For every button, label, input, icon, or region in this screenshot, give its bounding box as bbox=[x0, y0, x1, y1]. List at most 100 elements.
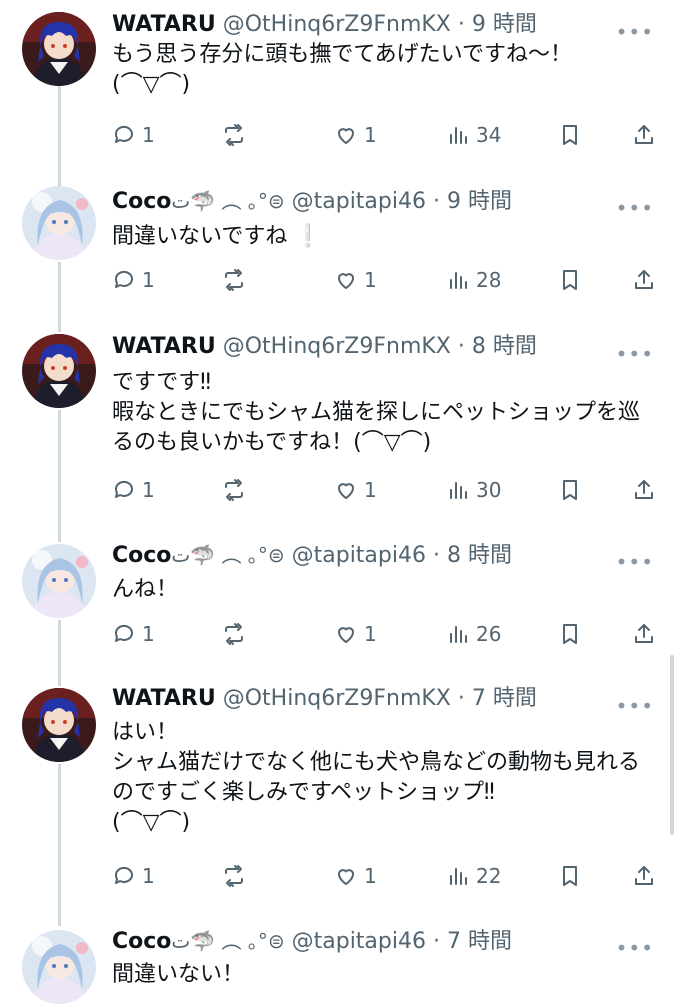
author-handle[interactable]: @OtHinq6rZ9FnmKX bbox=[223, 334, 451, 359]
tweet-header: WATARU @OtHinq6rZ9FnmKX · 7 時間 bbox=[112, 684, 537, 714]
views-count: 28 bbox=[476, 268, 502, 292]
meta-separator: · bbox=[450, 12, 472, 37]
views-count: 34 bbox=[476, 123, 502, 147]
more-dots-icon[interactable]: ••• bbox=[616, 938, 654, 958]
heart-icon bbox=[334, 622, 358, 646]
reply-icon bbox=[112, 268, 136, 292]
share-button[interactable] bbox=[632, 265, 656, 295]
avatar[interactable] bbox=[22, 12, 96, 86]
post-time[interactable]: 9 時間 bbox=[447, 189, 512, 214]
views-bar-chart-icon bbox=[446, 268, 470, 292]
share-icon bbox=[632, 268, 656, 292]
reply-button[interactable]: 1 bbox=[112, 265, 155, 295]
name-decoration: ت🦈 ︵ ｡°⊜ bbox=[171, 929, 285, 953]
share-button[interactable] bbox=[632, 861, 656, 891]
meta-separator: · bbox=[426, 189, 447, 214]
tweet-header: Cocoت🦈 ︵ ｡°⊜ @tapitapi46 · 7 時間 bbox=[112, 926, 512, 957]
post-time[interactable]: 9 時間 bbox=[472, 12, 537, 37]
tweet-text: はい！ シャム猫だけでなく他にも犬や鳥などの動物も見れるのですごく楽しみですペッ… bbox=[112, 720, 641, 835]
views-bar-chart-icon bbox=[446, 622, 470, 646]
thread-connector-line bbox=[58, 410, 61, 542]
author-name[interactable]: WATARU bbox=[112, 12, 216, 37]
repost-icon bbox=[222, 123, 246, 147]
meta-separator: · bbox=[426, 929, 447, 954]
author-handle[interactable]: @tapitapi46 bbox=[292, 189, 426, 214]
share-button[interactable] bbox=[632, 619, 656, 649]
more-dots-icon[interactable]: ••• bbox=[616, 696, 654, 716]
like-button[interactable]: 1 bbox=[334, 619, 377, 649]
tweet-text: 間違いないですね ❕ bbox=[112, 224, 322, 249]
bookmark-button[interactable] bbox=[558, 265, 582, 295]
repost-button[interactable] bbox=[222, 120, 246, 150]
author-handle[interactable]: @tapitapi46 bbox=[292, 543, 426, 568]
post-time[interactable]: 7 時間 bbox=[447, 929, 512, 954]
tweet-actions: 1 1 28 bbox=[112, 265, 660, 295]
author-name[interactable]: WATARU bbox=[112, 686, 216, 711]
post-time[interactable]: 7 時間 bbox=[472, 686, 537, 711]
like-button[interactable]: 1 bbox=[334, 120, 377, 150]
reply-button[interactable]: 1 bbox=[112, 475, 155, 505]
reply-button[interactable]: 1 bbox=[112, 120, 155, 150]
more-dots-icon[interactable]: ••• bbox=[616, 198, 654, 218]
bookmark-button[interactable] bbox=[558, 861, 582, 891]
tweet-text: 間違いない！ bbox=[112, 962, 245, 987]
repost-button[interactable] bbox=[222, 475, 246, 505]
share-icon bbox=[632, 864, 656, 888]
author-handle[interactable]: @OtHinq6rZ9FnmKX bbox=[223, 686, 451, 711]
author-name[interactable]: Coco bbox=[112, 543, 171, 568]
like-button[interactable]: 1 bbox=[334, 475, 377, 505]
share-button[interactable] bbox=[632, 475, 656, 505]
bookmark-button[interactable] bbox=[558, 475, 582, 505]
views-button[interactable]: 34 bbox=[446, 120, 501, 150]
author-name[interactable]: Coco bbox=[112, 929, 171, 954]
avatar[interactable] bbox=[22, 544, 96, 618]
meta-separator: · bbox=[450, 334, 472, 359]
reply-count: 1 bbox=[142, 622, 155, 646]
more-dots-icon[interactable]: ••• bbox=[616, 22, 654, 42]
like-button[interactable]: 1 bbox=[334, 265, 377, 295]
more-dots-icon[interactable]: ••• bbox=[616, 344, 654, 364]
post-time[interactable]: 8 時間 bbox=[472, 334, 537, 359]
views-button[interactable]: 28 bbox=[446, 265, 501, 295]
author-name[interactable]: Coco bbox=[112, 189, 171, 214]
meta-separator: · bbox=[426, 543, 447, 568]
views-button[interactable]: 30 bbox=[446, 475, 501, 505]
like-count: 1 bbox=[364, 622, 377, 646]
bookmark-button[interactable] bbox=[558, 619, 582, 649]
author-handle[interactable]: @OtHinq6rZ9FnmKX bbox=[223, 12, 451, 37]
tweet-header: Cocoت🦈 ︵ ｡°⊜ @tapitapi46 · 8 時間 bbox=[112, 540, 512, 571]
avatar[interactable] bbox=[22, 186, 96, 260]
reply-count: 1 bbox=[142, 478, 155, 502]
views-button[interactable]: 22 bbox=[446, 861, 501, 891]
repost-button[interactable] bbox=[222, 861, 246, 891]
bookmark-icon bbox=[558, 123, 582, 147]
bookmark-button[interactable] bbox=[558, 120, 582, 150]
scrollbar[interactable] bbox=[670, 655, 674, 835]
share-button[interactable] bbox=[632, 120, 656, 150]
tweet-text: もう思う存分に頭も撫でてあげたいですね〜！ (⌒▽⌒) bbox=[112, 42, 573, 97]
like-button[interactable]: 1 bbox=[334, 861, 377, 891]
thread-connector-line bbox=[58, 764, 61, 926]
author-handle[interactable]: @tapitapi46 bbox=[292, 929, 426, 954]
bookmark-icon bbox=[558, 478, 582, 502]
bookmark-icon bbox=[558, 864, 582, 888]
post-time[interactable]: 8 時間 bbox=[447, 543, 512, 568]
avatar[interactable] bbox=[22, 688, 96, 762]
reply-button[interactable]: 1 bbox=[112, 861, 155, 891]
more-dots-icon[interactable]: ••• bbox=[616, 552, 654, 572]
views-count: 22 bbox=[476, 864, 502, 888]
share-icon bbox=[632, 622, 656, 646]
views-bar-chart-icon bbox=[446, 478, 470, 502]
thread-connector-line bbox=[58, 620, 61, 686]
avatar[interactable] bbox=[22, 334, 96, 408]
repost-button[interactable] bbox=[222, 619, 246, 649]
avatar[interactable] bbox=[22, 930, 96, 1004]
name-decoration: ت🦈 ︵ ｡°⊜ bbox=[171, 543, 285, 567]
share-icon bbox=[632, 123, 656, 147]
views-bar-chart-icon bbox=[446, 864, 470, 888]
reply-button[interactable]: 1 bbox=[112, 619, 155, 649]
repost-button[interactable] bbox=[222, 265, 246, 295]
views-button[interactable]: 26 bbox=[446, 619, 501, 649]
tweet-header: WATARU @OtHinq6rZ9FnmKX · 8 時間 bbox=[112, 332, 537, 362]
author-name[interactable]: WATARU bbox=[112, 334, 216, 359]
